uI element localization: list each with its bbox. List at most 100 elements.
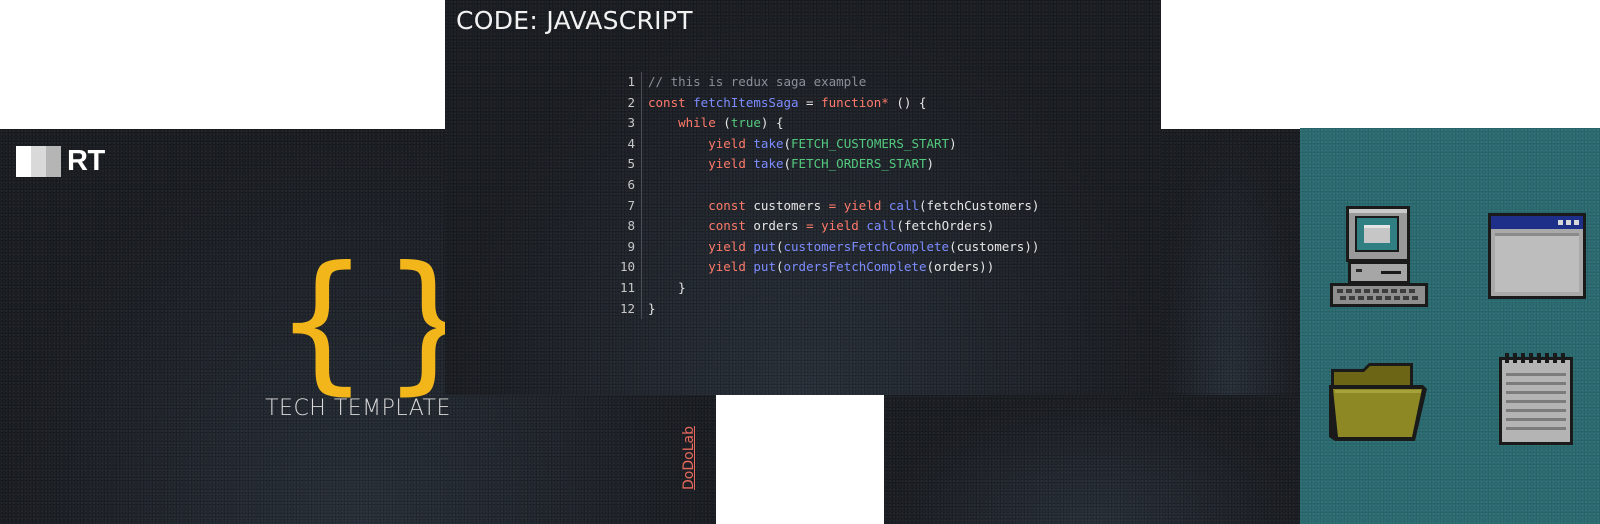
desktop-panel	[1300, 128, 1600, 524]
code-text: yield put(customersFetchComplete(custome…	[648, 237, 1039, 258]
code-token: fetchItemsSaga	[693, 94, 799, 110]
code-line: 11 }	[605, 277, 1039, 299]
code-token: take	[753, 156, 784, 172]
code-text: // this is redux saga example	[648, 72, 866, 93]
code-text: yield put(ordersFetchComplete(orders))	[648, 257, 994, 278]
code-token: =	[806, 218, 814, 234]
code-line: 10 yield put(ordersFetchComplete(orders)…	[605, 257, 1039, 278]
line-number: 2	[605, 92, 642, 114]
line-number: 10	[605, 257, 642, 278]
code-text: yield take(FETCH_CUSTOMERS_START)	[648, 134, 957, 155]
code-line: 5 yield take(FETCH_ORDERS_START)	[605, 154, 1039, 175]
code-token: yield	[708, 238, 746, 254]
blank-area	[718, 395, 884, 524]
code-line: 6	[605, 174, 1039, 196]
code-token: ) {	[760, 115, 784, 131]
bottom-slide-strip	[884, 395, 1300, 524]
code-token: orders	[745, 218, 807, 234]
code-token: take	[753, 135, 784, 151]
dodolab-link[interactable]: DoDoLab	[681, 426, 697, 490]
line-number: 1	[605, 72, 642, 93]
code-token: ordersFetchComplete	[783, 259, 927, 275]
logo-text: RT	[67, 145, 105, 177]
code-token: customersFetchComplete	[783, 238, 950, 254]
code-token: () {	[888, 94, 927, 110]
code-line: 8 const orders = yield call(fetchOrders)	[605, 216, 1039, 237]
code-token: call	[866, 218, 897, 234]
code-token: yield	[821, 218, 859, 234]
code-line: 9 yield put(customersFetchComplete(custo…	[605, 236, 1039, 258]
curly-braces-icon: {}	[274, 235, 489, 409]
logo-bars-icon	[16, 146, 61, 177]
code-token: (	[715, 115, 731, 131]
code-token: (	[775, 238, 784, 254]
code-token: yield	[843, 197, 882, 213]
code-block: 1 // this is redux saga example 2 const fet…	[605, 72, 1039, 320]
code-token: const	[708, 197, 746, 213]
code-text: }	[648, 299, 656, 320]
code-token: function*	[821, 94, 889, 110]
notepad-icon[interactable]	[1497, 353, 1577, 452]
code-text: const customers = yield call(fetchCustom…	[648, 196, 1039, 217]
code-token: (	[783, 156, 792, 172]
code-token: }	[648, 300, 656, 316]
code-token: put	[753, 259, 776, 275]
code-text: }	[648, 278, 686, 299]
code-text: while (true) {	[648, 113, 784, 134]
code-token: customers	[745, 197, 829, 213]
code-token: =	[798, 94, 822, 110]
line-number: 8	[605, 216, 642, 237]
line-number: 9	[605, 236, 642, 258]
code-text: yield take(FETCH_ORDERS_START)	[648, 154, 934, 175]
line-number: 12	[605, 298, 642, 320]
slide-title: TECH TEMPLATE	[265, 396, 451, 421]
code-slide-title: CODE: JAVASCRIPT	[456, 6, 693, 35]
right-slide-strip	[1161, 129, 1300, 395]
code-line: 3 while (true) {	[605, 113, 1039, 134]
code-token: (	[783, 135, 792, 151]
code-slide: CODE: JAVASCRIPT 1 // this is redux saga …	[445, 0, 1161, 395]
code-token: put	[753, 238, 776, 254]
window-icon[interactable]	[1488, 213, 1586, 304]
line-number: 7	[605, 195, 642, 217]
code-token: (fetchCustomers)	[919, 197, 1040, 213]
code-token: true	[730, 115, 761, 131]
computer-icon[interactable]	[1326, 203, 1432, 314]
line-number: 5	[605, 154, 642, 175]
code-token: while	[678, 115, 716, 131]
code-token: FETCH_ORDERS_START	[791, 156, 927, 172]
line-number: 3	[605, 113, 642, 134]
code-text: const orders = yield call(fetchOrders)	[648, 216, 994, 237]
code-text: const fetchItemsSaga = function* () {	[648, 93, 926, 114]
code-token: FETCH_CUSTOMERS_START	[791, 135, 950, 151]
code-line: 12}	[605, 298, 1039, 320]
line-number: 11	[605, 277, 642, 299]
code-token: (	[775, 259, 784, 275]
line-number: 6	[605, 174, 642, 196]
code-line: 4 yield take(FETCH_CUSTOMERS_START)	[605, 133, 1039, 155]
code-token: (customers))	[949, 238, 1040, 254]
code-token: const	[708, 218, 746, 234]
code-token: (fetchOrders)	[896, 218, 995, 234]
folder-icon[interactable]	[1327, 359, 1429, 448]
code-token: // this is redux saga example	[648, 74, 867, 89]
code-token: const	[648, 94, 694, 110]
code-line: 7 const customers = yield call(fetchCust…	[605, 195, 1039, 217]
code-token: }	[648, 279, 686, 295]
code-token: yield	[708, 156, 746, 172]
code-line: 1 // this is redux saga example	[605, 72, 1039, 93]
code-token: )	[949, 135, 957, 151]
code-token: (orders))	[926, 259, 995, 275]
code-token: )	[926, 156, 935, 172]
code-token: call	[888, 197, 919, 213]
